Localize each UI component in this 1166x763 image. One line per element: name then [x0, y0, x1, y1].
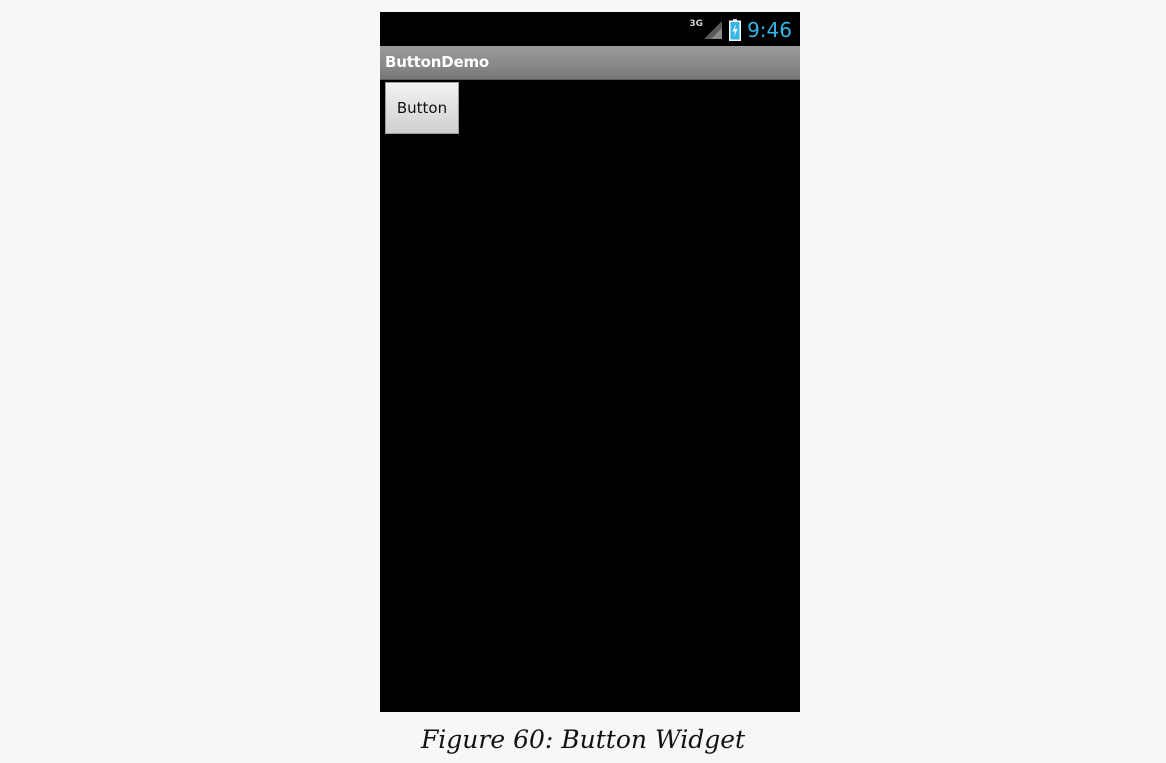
status-icons: 3G 9:46: [689, 18, 792, 42]
page: 3G 9:46 ButtonDemo Button Figure 60: But…: [0, 0, 1166, 763]
figure-caption: Figure 60: Button Widget: [420, 725, 746, 754]
phone-screen: 3G 9:46 ButtonDemo Button: [380, 12, 800, 712]
battery-charging-icon: [729, 19, 742, 41]
activity-content: Button: [380, 80, 800, 712]
app-title: ButtonDemo: [385, 53, 489, 71]
demo-button[interactable]: Button: [385, 82, 459, 134]
app-title-bar: ButtonDemo: [380, 46, 800, 80]
clock: 9:46: [747, 18, 792, 42]
status-bar: 3G 9:46: [380, 12, 800, 46]
signal-icon: [704, 21, 723, 39]
network-type-label: 3G: [689, 19, 704, 29]
